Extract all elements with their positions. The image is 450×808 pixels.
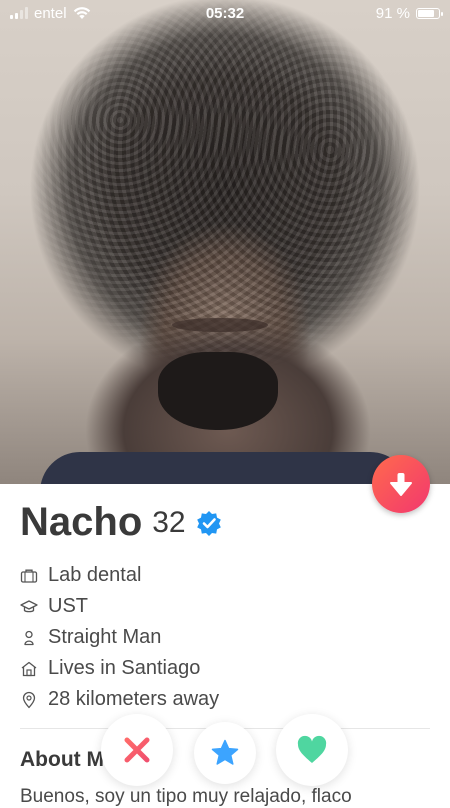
- profile-name: Nacho: [20, 500, 143, 544]
- graduation-cap-icon: [20, 599, 38, 612]
- profile-details: Lab dental UST Straight Man Lives in San…: [20, 560, 219, 715]
- status-bar: entel 05:32 91 %: [0, 0, 450, 26]
- person-icon: [24, 630, 34, 645]
- detail-distance: 28 kilometers away: [20, 684, 219, 715]
- clock: 05:32: [205, 4, 245, 22]
- photo-sweater: [40, 452, 410, 484]
- profile-age: 32: [152, 505, 186, 539]
- detail-text: 28 kilometers away: [48, 688, 220, 710]
- status-bar-right: 91 %: [375, 4, 443, 22]
- detail-text: Lives in Santiago: [48, 657, 201, 679]
- battery-percent: 91 %: [375, 4, 410, 22]
- super-like-button[interactable]: [194, 722, 256, 784]
- signal-strength-icon: [10, 7, 28, 19]
- location-pin-icon: [22, 691, 36, 708]
- nope-button[interactable]: [101, 714, 173, 786]
- heart-icon: [297, 735, 327, 763]
- detail-text: UST: [48, 595, 88, 617]
- carrier-label: entel: [34, 4, 67, 22]
- briefcase-icon: [20, 569, 38, 583]
- wifi-icon: [73, 7, 90, 19]
- close-icon: [124, 737, 150, 763]
- detail-text: Straight Man: [48, 626, 162, 648]
- detail-orientation: Straight Man: [20, 622, 219, 653]
- action-bar: [0, 714, 450, 794]
- detail-job: Lab dental: [20, 560, 219, 591]
- status-bar-left: entel: [10, 5, 91, 22]
- detail-text: Lab dental: [48, 564, 142, 586]
- detail-school: UST: [20, 591, 219, 622]
- photo-beard: [158, 352, 278, 430]
- home-icon: [21, 661, 37, 676]
- battery-icon: [416, 7, 443, 19]
- star-icon: [211, 739, 239, 765]
- like-button[interactable]: [276, 714, 348, 786]
- battery-fill: [418, 9, 434, 17]
- collapse-profile-button[interactable]: [372, 455, 430, 513]
- photo-mouth: [172, 318, 268, 332]
- profile-photo[interactable]: [0, 0, 450, 484]
- detail-city: Lives in Santiago: [20, 653, 219, 684]
- verified-badge-icon: [196, 510, 221, 536]
- arrow-down-icon: [390, 473, 412, 496]
- name-row: Nacho 32: [20, 500, 222, 545]
